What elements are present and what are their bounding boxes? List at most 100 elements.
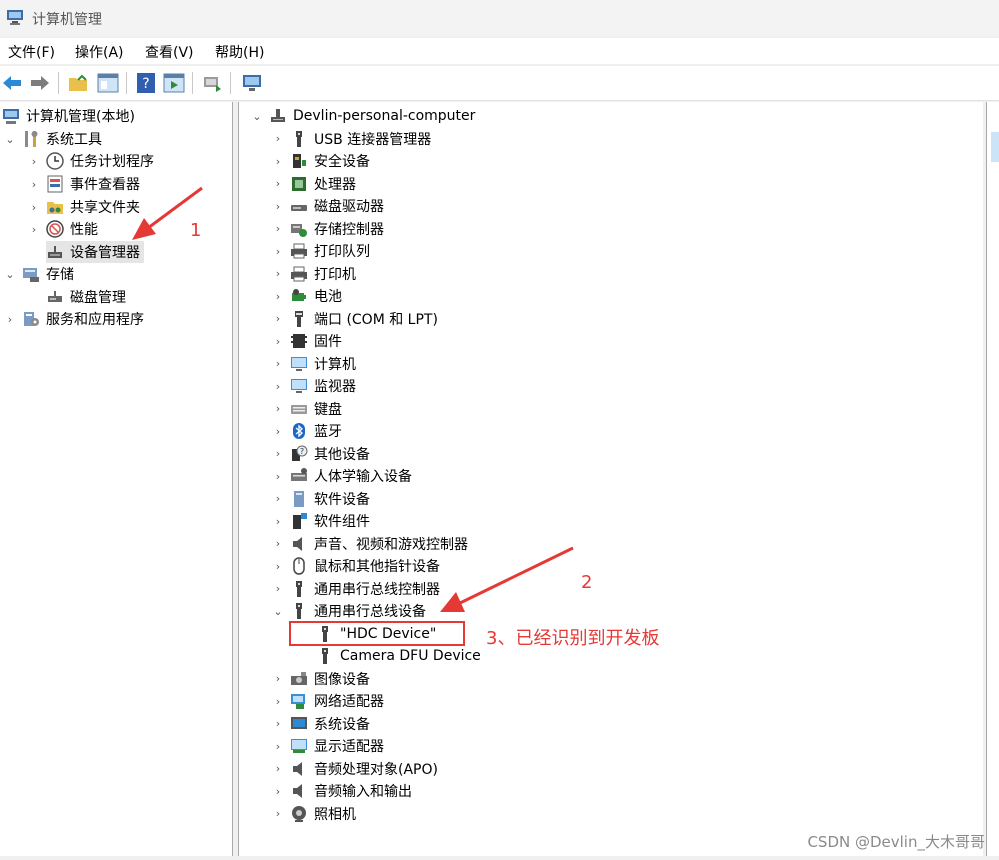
- back-arrow-icon[interactable]: [0, 71, 24, 95]
- device-label: 计算机: [314, 356, 356, 373]
- chevron-down-icon[interactable]: ⌄: [4, 268, 16, 281]
- device-category[interactable]: › 安全设备: [272, 150, 370, 172]
- device-category[interactable]: › 电池: [272, 285, 342, 307]
- tree-item-disk-management[interactable]: 磁盘管理: [46, 286, 126, 308]
- chevron-right-icon[interactable]: ›: [28, 155, 40, 168]
- help-icon[interactable]: ?: [134, 71, 158, 95]
- menu-view[interactable]: 查看(V): [145, 42, 194, 62]
- device-tree-root[interactable]: ⌄ Devlin-personal-computer: [251, 105, 475, 127]
- window-title: 计算机管理: [32, 12, 102, 28]
- menu-action[interactable]: 操作(A): [75, 42, 124, 62]
- event-viewer-icon: [47, 175, 63, 193]
- chevron-right-icon[interactable]: ›: [272, 200, 284, 213]
- chevron-right-icon[interactable]: ›: [272, 335, 284, 348]
- device-category[interactable]: › 声音、视频和游戏控制器: [272, 533, 468, 555]
- tree-item-event-viewer[interactable]: › 事件查看器: [28, 173, 140, 195]
- device-category[interactable]: › 软件组件: [272, 510, 370, 532]
- device-category[interactable]: › 键盘: [272, 398, 342, 420]
- chevron-right-icon[interactable]: ›: [272, 672, 284, 685]
- device-category[interactable]: › 音频输入和输出: [272, 780, 412, 802]
- annotation-step-3: 3、已经识别到开发板: [486, 628, 660, 649]
- chevron-right-icon[interactable]: ›: [272, 447, 284, 460]
- device-category[interactable]: › 软件设备: [272, 488, 370, 510]
- device-category[interactable]: › 鼠标和其他指针设备: [272, 555, 440, 577]
- device-category[interactable]: › 蓝牙: [272, 420, 342, 442]
- show-hide-tree-icon[interactable]: [96, 71, 120, 95]
- forward-arrow-icon[interactable]: [28, 71, 52, 95]
- tree-item-shared-folders[interactable]: › 共享文件夹: [28, 196, 140, 218]
- chevron-down-icon[interactable]: ⌄: [272, 605, 284, 618]
- battery-icon: [292, 289, 306, 301]
- device-category[interactable]: ⌄ 通用串行总线设备: [272, 600, 426, 622]
- device-category[interactable]: › 计算机: [272, 353, 356, 375]
- system-device-icon: [291, 716, 307, 729]
- chevron-right-icon[interactable]: ›: [272, 222, 284, 235]
- chevron-right-icon[interactable]: ›: [272, 267, 284, 280]
- chevron-right-icon[interactable]: ›: [272, 762, 284, 775]
- device-category[interactable]: › 存储控制器: [272, 218, 384, 240]
- speaker-icon: [293, 536, 302, 551]
- chevron-right-icon[interactable]: ›: [28, 178, 40, 191]
- device-category[interactable]: › USB 连接器管理器: [272, 128, 431, 150]
- chevron-right-icon[interactable]: ›: [272, 785, 284, 798]
- tree-item-device-manager[interactable]: 设备管理器: [46, 241, 144, 263]
- update-driver-icon[interactable]: [200, 71, 224, 95]
- chevron-right-icon[interactable]: ›: [272, 155, 284, 168]
- device-label: 音频处理对象(APO): [314, 761, 438, 778]
- chevron-right-icon[interactable]: ›: [272, 695, 284, 708]
- device-category[interactable]: › 固件: [272, 330, 342, 352]
- chevron-right-icon[interactable]: ›: [4, 313, 16, 326]
- menu-help[interactable]: 帮助(H): [215, 42, 264, 62]
- chevron-right-icon[interactable]: ›: [272, 582, 284, 595]
- tree-item-computer-management[interactable]: 计算机管理(本地): [2, 105, 135, 127]
- chevron-right-icon[interactable]: ›: [272, 537, 284, 550]
- device-category[interactable]: › 打印机: [272, 263, 356, 285]
- device-category[interactable]: › 监视器: [272, 375, 356, 397]
- chevron-right-icon[interactable]: ›: [28, 223, 40, 236]
- chevron-right-icon[interactable]: ›: [272, 717, 284, 730]
- chevron-down-icon[interactable]: ⌄: [251, 110, 263, 123]
- chevron-right-icon[interactable]: ›: [272, 492, 284, 505]
- device-category[interactable]: › 照相机: [272, 803, 356, 825]
- chevron-right-icon[interactable]: ›: [28, 201, 40, 214]
- chevron-right-icon[interactable]: ›: [272, 807, 284, 820]
- device-category[interactable]: › 系统设备: [272, 713, 370, 735]
- device-category[interactable]: › 打印队列: [272, 240, 370, 262]
- device-category[interactable]: › 磁盘驱动器: [272, 195, 384, 217]
- device-category[interactable]: › 显示适配器: [272, 735, 384, 757]
- device-item[interactable]: Camera DFU Device: [316, 645, 481, 667]
- chevron-right-icon[interactable]: ›: [272, 357, 284, 370]
- chevron-right-icon[interactable]: ›: [272, 515, 284, 528]
- device-category[interactable]: › 端口 (COM 和 LPT): [272, 308, 438, 330]
- device-category[interactable]: › 图像设备: [272, 668, 370, 690]
- device-category[interactable]: › 处理器: [272, 173, 356, 195]
- device-category[interactable]: › 通用串行总线控制器: [272, 578, 440, 600]
- scan-hardware-icon[interactable]: [240, 71, 264, 95]
- chevron-right-icon[interactable]: ›: [272, 312, 284, 325]
- chevron-right-icon[interactable]: ›: [272, 470, 284, 483]
- chevron-right-icon[interactable]: ›: [272, 290, 284, 303]
- menu-file[interactable]: 文件(F): [8, 42, 55, 62]
- device-category[interactable]: › 人体学输入设备: [272, 465, 412, 487]
- chevron-right-icon[interactable]: ›: [272, 425, 284, 438]
- tree-item-performance[interactable]: › 性能: [28, 218, 98, 240]
- properties-pane-icon[interactable]: [162, 71, 186, 95]
- device-label: 图像设备: [314, 671, 370, 688]
- chevron-right-icon[interactable]: ›: [272, 132, 284, 145]
- chevron-right-icon[interactable]: ›: [272, 245, 284, 258]
- chevron-down-icon[interactable]: ⌄: [4, 133, 16, 146]
- chevron-right-icon[interactable]: ›: [272, 740, 284, 753]
- chevron-right-icon[interactable]: ›: [272, 177, 284, 190]
- tree-item-task-scheduler[interactable]: › 任务计划程序: [28, 150, 154, 172]
- up-folder-icon[interactable]: [66, 71, 90, 95]
- device-category[interactable]: › 音频处理对象(APO): [272, 758, 438, 780]
- device-category[interactable]: › 网络适配器: [272, 690, 384, 712]
- chevron-right-icon[interactable]: ›: [272, 560, 284, 573]
- device-category[interactable]: ›? 其他设备: [272, 443, 370, 465]
- tree-item-system-tools[interactable]: ⌄ 系统工具: [4, 128, 102, 150]
- device-label: 显示适配器: [314, 739, 384, 755]
- chevron-right-icon[interactable]: ›: [272, 380, 284, 393]
- tree-item-services-and-applications[interactable]: › 服务和应用程序: [4, 308, 144, 330]
- tree-item-storage[interactable]: ⌄ 存储: [4, 263, 74, 285]
- chevron-right-icon[interactable]: ›: [272, 402, 284, 415]
